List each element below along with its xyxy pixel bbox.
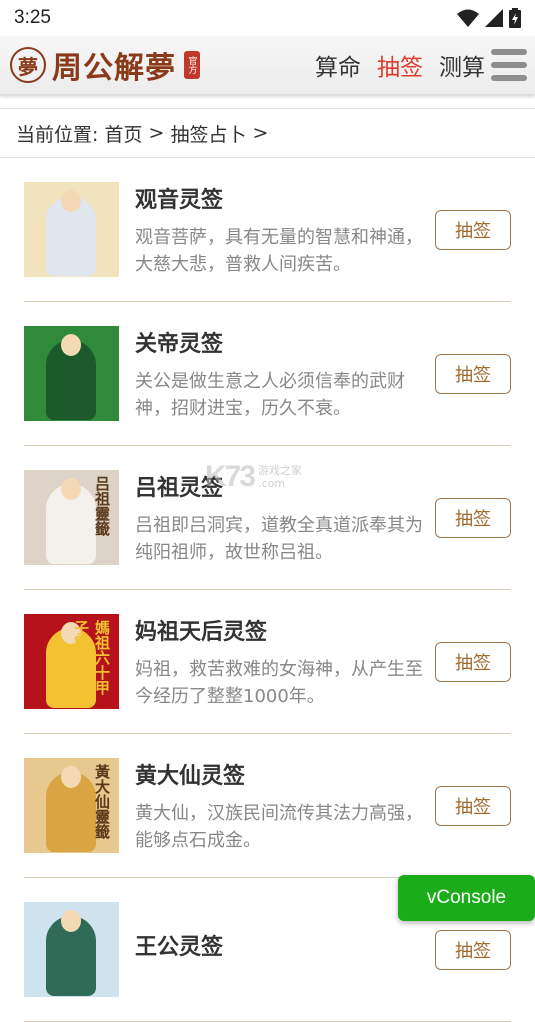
site-logo[interactable]: 夢 周公解夢 官方 [10, 43, 200, 87]
hamburger-menu-icon[interactable] [491, 49, 527, 81]
draw-lot-button[interactable]: 抽签 [435, 353, 511, 394]
draw-lot-button[interactable]: 抽签 [435, 209, 511, 250]
guanyin-thumbnail[interactable] [24, 182, 119, 277]
breadcrumb-current-link[interactable]: 抽签占卜 [170, 120, 246, 147]
item-title[interactable]: 观音灵签 [135, 182, 427, 214]
draw-lot-button[interactable]: 抽签 [435, 497, 511, 538]
list-item[interactable]: 观音灵签观音菩萨，具有无量的智慧和神通，大慈大悲，普救人间疾苦。 抽签 [24, 158, 511, 302]
lvzu-thumbnail[interactable]: 吕祖靈籤 [24, 470, 119, 565]
list-item[interactable]: 吕祖靈籤 吕祖灵签吕祖即吕洞宾，道教全真道派奉其为纯阳祖师，故世称吕祖。 抽签 [24, 446, 511, 590]
wifi-icon [457, 9, 479, 27]
site-header: 夢 周公解夢 官方 算命 抽签 测算 [0, 36, 535, 95]
breadcrumb-home-link[interactable]: 首页 [104, 120, 142, 147]
item-title[interactable]: 妈祖天后灵签 [135, 614, 427, 646]
main-nav: 算命 抽签 测算 [315, 48, 485, 82]
breadcrumb-separator: > [252, 122, 269, 144]
status-time: 3:25 [14, 7, 51, 28]
item-title[interactable]: 黄大仙灵签 [135, 758, 427, 790]
list-item[interactable]: 黃大仙靈籤 黄大仙灵签黄大仙，汉族民间流传其法力高强，能够点石成金。 抽签 [24, 734, 511, 878]
logo-text: 周公解夢 [52, 51, 176, 86]
list-item[interactable]: 关帝灵签关公是做生意之人必须信奉的武财神，招财进宝，历久不衰。 抽签 [24, 302, 511, 446]
logo-seal: 官方 [184, 51, 200, 79]
list-item[interactable]: 媽祖六十甲子靈籤 妈祖天后灵签妈祖，救苦救难的女海神，从产生至今经历了整整100… [24, 590, 511, 734]
status-icons [457, 8, 521, 28]
item-description: 观音菩萨，具有无量的智慧和神通，大慈大悲，普救人间疾苦。 [135, 226, 423, 275]
item-title[interactable]: 关帝灵签 [135, 326, 427, 358]
huangdaxian-thumbnail[interactable]: 黃大仙靈籤 [24, 758, 119, 853]
guandi-thumbnail[interactable] [24, 326, 119, 421]
item-description: 关公是做生意之人必须信奉的武财神，招财进宝，历久不衰。 [135, 370, 405, 419]
breadcrumb: 当前位置: 首页 > 抽签占卜 > [0, 108, 535, 158]
breadcrumb-prefix: 当前位置: [16, 123, 99, 146]
draw-lot-button[interactable]: 抽签 [435, 929, 511, 970]
draw-lot-button[interactable]: 抽签 [435, 785, 511, 826]
item-description: 妈祖，救苦救难的女海神，从产生至今经历了整整1000年。 [135, 658, 423, 707]
logo-mark: 夢 [10, 47, 46, 83]
mazu-thumbnail[interactable]: 媽祖六十甲子靈籤 [24, 614, 119, 709]
nav-item-suanming[interactable]: 算命 [315, 48, 361, 82]
wanggong-thumbnail[interactable] [24, 902, 119, 997]
item-description: 黄大仙，汉族民间流传其法力高强，能够点石成金。 [135, 802, 423, 851]
item-description: 吕祖即吕洞宾，道教全真道派奉其为纯阳祖师，故世称吕祖。 [135, 514, 423, 563]
vconsole-button[interactable]: vConsole [398, 875, 535, 921]
nav-item-chouqian[interactable]: 抽签 [377, 48, 423, 82]
breadcrumb-separator: > [148, 122, 165, 144]
battery-icon [509, 8, 521, 28]
draw-lot-button[interactable]: 抽签 [435, 641, 511, 682]
nav-item-cesuan[interactable]: 测算 [439, 48, 485, 82]
status-bar: 3:25 [0, 0, 535, 36]
item-title[interactable]: 吕祖灵签 [135, 470, 427, 502]
item-title[interactable]: 王公灵签 [135, 929, 427, 961]
signal-icon [485, 9, 503, 27]
